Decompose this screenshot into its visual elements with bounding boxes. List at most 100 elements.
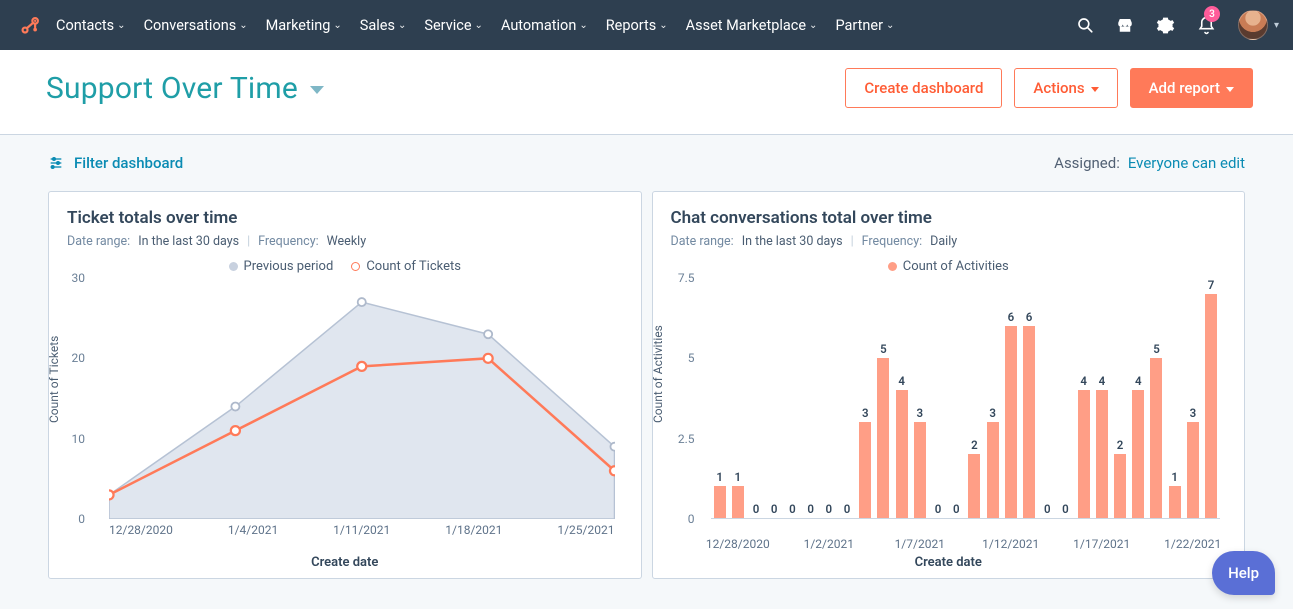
- filter-dashboard-button[interactable]: Filter dashboard: [48, 154, 183, 172]
- bar-value-label: 4: [1080, 374, 1087, 388]
- bar-col: 4: [1093, 374, 1111, 518]
- axis-label-x: Create date: [67, 555, 623, 570]
- chevron-down-icon: ⌄: [475, 20, 483, 31]
- chart-line: Count of Tickets 0102030 12/28/20201/4/2…: [67, 278, 623, 553]
- chevron-down-icon: ⌄: [239, 20, 247, 31]
- bar-value-label: 0: [935, 502, 942, 516]
- chevron-down-icon: [310, 86, 324, 94]
- add-report-button[interactable]: Add report: [1130, 68, 1253, 108]
- bar: [1096, 390, 1108, 518]
- assigned-label: Assigned:: [1054, 154, 1120, 172]
- bar-col: 0: [802, 502, 820, 518]
- legend-label: Previous period: [244, 259, 334, 274]
- bar-value-label: 0: [771, 502, 778, 516]
- top-navbar: Contacts⌄Conversations⌄Marketing⌄Sales⌄S…: [0, 0, 1293, 50]
- nav-item-asset-marketplace[interactable]: Asset Marketplace⌄: [686, 17, 818, 34]
- bar-col: 4: [1129, 374, 1147, 518]
- nav-item-partner[interactable]: Partner⌄: [835, 17, 894, 34]
- dashboard-selector[interactable]: Support Over Time: [46, 71, 324, 106]
- bar: [859, 422, 871, 518]
- meta-val: In the last 30 days: [138, 234, 239, 249]
- chevron-down-icon: ⌄: [333, 20, 341, 31]
- chevron-down-icon: ⌄: [117, 20, 125, 31]
- bar: [1169, 486, 1181, 518]
- bar-value-label: 1: [735, 470, 742, 484]
- bar-col: 0: [1056, 502, 1074, 518]
- nav-item-label: Service: [424, 17, 471, 34]
- bar-col: 7: [1202, 278, 1220, 518]
- nav-item-label: Sales: [360, 17, 395, 34]
- nav-item-label: Conversations: [144, 17, 237, 34]
- card-meta: Date range: In the last 30 days | Freque…: [671, 234, 1227, 249]
- bar: [1187, 422, 1199, 518]
- nav-item-sales[interactable]: Sales⌄: [360, 17, 407, 34]
- bar-col: 4: [1075, 374, 1093, 518]
- bar: [732, 486, 744, 518]
- bar-value-label: 0: [844, 502, 851, 516]
- bar-col: 3: [911, 406, 929, 518]
- bar: [1078, 390, 1090, 518]
- meta-val: In the last 30 days: [742, 234, 843, 249]
- bar-value-label: 3: [862, 406, 869, 420]
- bar-col: 5: [874, 342, 892, 518]
- page-header: Support Over Time Create dashboard Actio…: [0, 50, 1293, 135]
- bar: [896, 390, 908, 518]
- bar: [1150, 358, 1162, 518]
- nav-item-contacts[interactable]: Contacts⌄: [56, 17, 126, 34]
- chevron-down-icon: ⌄: [398, 20, 406, 31]
- meta-key: Date range:: [671, 234, 734, 249]
- bar-value-label: 1: [716, 470, 723, 484]
- nav-item-label: Contacts: [56, 17, 114, 34]
- bar-col: 0: [765, 502, 783, 518]
- bar-col: 0: [929, 502, 947, 518]
- actions-button[interactable]: Actions: [1014, 68, 1117, 108]
- filter-dashboard-label: Filter dashboard: [74, 154, 183, 172]
- profile-menu[interactable]: ▾: [1238, 10, 1279, 40]
- create-dashboard-button[interactable]: Create dashboard: [845, 68, 1002, 108]
- bar: [914, 422, 926, 518]
- gear-icon[interactable]: [1156, 13, 1175, 37]
- nav-item-label: Marketing: [266, 17, 331, 34]
- legend-label: Count of Tickets: [366, 259, 461, 274]
- assigned-link[interactable]: Everyone can edit: [1128, 154, 1245, 172]
- help-button[interactable]: Help: [1212, 551, 1275, 595]
- bar-value-label: 0: [1062, 502, 1069, 516]
- bar: [987, 422, 999, 518]
- nav-item-conversations[interactable]: Conversations⌄: [144, 17, 248, 34]
- marketplace-icon[interactable]: [1116, 13, 1134, 37]
- bar: [1132, 390, 1144, 518]
- bar-value-label: 0: [789, 502, 796, 516]
- chevron-down-icon: ⌄: [659, 20, 667, 31]
- search-icon[interactable]: [1076, 13, 1094, 37]
- nav-item-service[interactable]: Service ⌄: [424, 17, 483, 34]
- bar-value-label: 0: [807, 502, 814, 516]
- actions-label: Actions: [1033, 79, 1084, 97]
- bar-col: 1: [711, 470, 729, 518]
- bar: [714, 486, 726, 518]
- nav-item-automation[interactable]: Automation⌄: [501, 17, 588, 34]
- nav-item-reports[interactable]: Reports⌄: [606, 17, 668, 34]
- nav-item-label: Automation: [501, 17, 576, 34]
- bar-col: 0: [747, 502, 765, 518]
- bar-value-label: 2: [1117, 438, 1124, 452]
- chevron-down-icon: ▾: [1274, 20, 1279, 31]
- bar-col: 0: [838, 502, 856, 518]
- bar-col: 6: [1002, 310, 1020, 518]
- bell-icon[interactable]: 3: [1197, 13, 1216, 37]
- bar-value-label: 3: [989, 406, 996, 420]
- meta-val: Weekly: [327, 234, 366, 249]
- bar-col: 3: [1184, 406, 1202, 518]
- bar-value-label: 3: [1190, 406, 1197, 420]
- nav-item-marketing[interactable]: Marketing⌄: [266, 17, 342, 34]
- legend-label: Count of Activities: [903, 259, 1009, 274]
- bar-col: 3: [856, 406, 874, 518]
- substrip: Filter dashboard Assigned: Everyone can …: [0, 135, 1293, 191]
- bar-col: 1: [729, 470, 747, 518]
- hubspot-logo-icon[interactable]: [12, 14, 50, 36]
- bar-col: 4: [893, 374, 911, 518]
- page-title: Support Over Time: [46, 71, 298, 106]
- filter-icon: [48, 155, 64, 171]
- bar-value-label: 1: [1171, 470, 1178, 484]
- notification-badge: 3: [1204, 6, 1220, 22]
- add-report-label: Add report: [1149, 79, 1220, 97]
